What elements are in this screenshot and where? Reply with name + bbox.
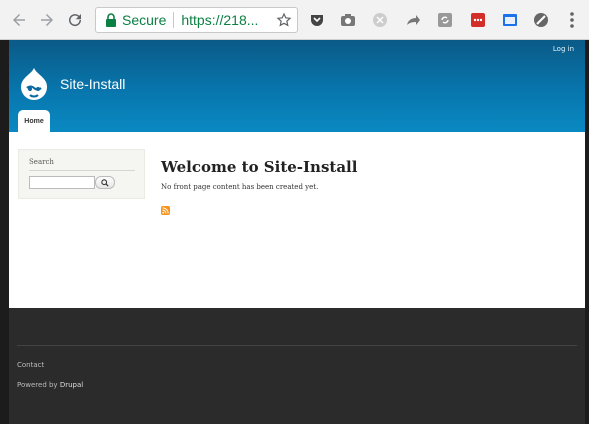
page-title: Welcome to Site-Install <box>161 158 358 176</box>
block-icon <box>534 13 548 27</box>
forward-button[interactable] <box>36 9 58 31</box>
sync-extension[interactable] <box>436 11 454 29</box>
magnifier-icon <box>101 178 109 187</box>
block-extension[interactable] <box>532 11 550 29</box>
bookmark-star-icon[interactable] <box>276 12 292 28</box>
lastpass-icon <box>471 13 485 27</box>
site-footer: Contact Powered by Drupal <box>9 308 585 424</box>
no-content-message: No front page content has been created y… <box>161 183 319 191</box>
powered-by-text: Powered by <box>17 381 58 389</box>
puzzle-extension[interactable] <box>371 11 389 29</box>
reload-button[interactable] <box>64 9 86 31</box>
back-button[interactable] <box>8 9 30 31</box>
lock-icon <box>106 13 116 27</box>
browser-toolbar: Secure https://218... <box>0 0 589 40</box>
omnibox-divider <box>173 12 175 28</box>
reload-icon <box>69 14 82 27</box>
lastpass-extension[interactable] <box>469 11 487 29</box>
login-link[interactable]: Log in <box>553 45 574 53</box>
pocket-icon <box>311 15 323 26</box>
secure-label: Secure <box>122 12 167 28</box>
browser-menu-icon[interactable] <box>566 10 578 30</box>
camera-extension[interactable] <box>339 11 357 29</box>
share-icon <box>407 15 420 25</box>
search-block-title: Search <box>29 158 54 166</box>
pocket-extension[interactable] <box>308 11 326 29</box>
address-bar[interactable]: Secure https://218... <box>95 7 298 33</box>
footer-divider <box>17 345 577 346</box>
arrow-right-icon <box>41 14 53 26</box>
url-text[interactable]: https://218... <box>181 12 258 28</box>
drupal-link[interactable]: Drupal <box>60 381 83 389</box>
tab-home[interactable]: Home <box>18 110 50 132</box>
drupal-logo-icon[interactable] <box>18 67 50 105</box>
sync-icon <box>438 13 452 27</box>
share-extension[interactable] <box>404 11 422 29</box>
cast-extension[interactable] <box>501 11 519 29</box>
search-input[interactable] <box>29 176 95 189</box>
search-block-divider <box>29 170 135 171</box>
search-button[interactable] <box>95 176 115 189</box>
puzzle-icon <box>373 13 387 27</box>
search-block: Search <box>18 149 145 199</box>
web-page: Log in Site-Install Home Search Welcome … <box>9 40 585 424</box>
camera-icon <box>341 14 355 26</box>
arrow-left-icon <box>13 14 25 26</box>
contact-link[interactable]: Contact <box>17 361 44 369</box>
site-header: Log in Site-Install Home <box>9 40 585 132</box>
site-name-link[interactable]: Site-Install <box>60 76 125 92</box>
rss-feed-icon[interactable] <box>161 206 170 215</box>
powered-by: Powered by Drupal <box>17 381 83 389</box>
cast-icon <box>503 14 517 26</box>
